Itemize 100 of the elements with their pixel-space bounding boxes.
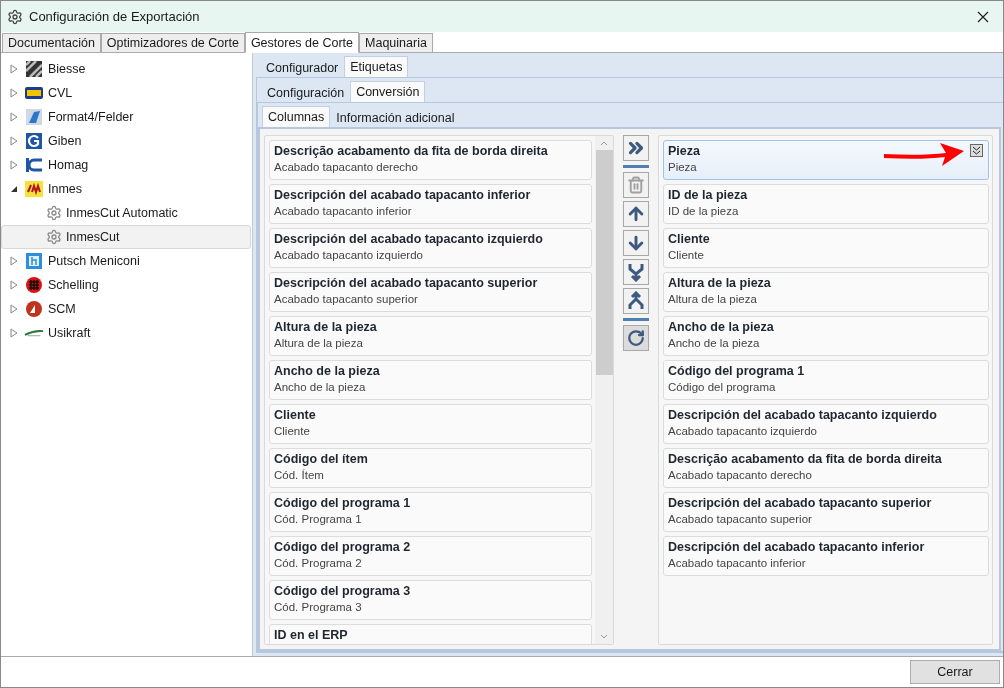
tree-label: Giben <box>48 134 82 148</box>
tree-item[interactable]: Putsch Meniconi <box>1 249 251 273</box>
logo-icon <box>25 87 43 99</box>
expand-arrow-icon[interactable] <box>10 88 18 98</box>
column-card[interactable]: Descripción del acabado tapacanto izquierdo Acabado tapacanto izquierdo <box>269 228 592 268</box>
gear-icon <box>46 205 62 221</box>
tree-label: Homag <box>48 158 89 172</box>
column-title: Descripción del acabado tapacanto superior <box>274 276 538 290</box>
column-subtitle: Acabado tapacanto derecho <box>274 161 419 173</box>
column-title: Código del programa 1 <box>274 496 411 510</box>
expand-arrow-icon[interactable] <box>10 256 18 266</box>
expand-arrow-icon[interactable] <box>10 112 18 122</box>
move-up-button[interactable] <box>623 201 649 227</box>
column-card[interactable]: Descripción del acabado tapacanto inferior Acabado tapacanto inferior <box>663 536 989 576</box>
tree-item[interactable]: Biesse <box>1 57 251 81</box>
close-dialog-button[interactable]: Cerrar <box>910 660 1000 684</box>
column-title: Descrição acabamento da fita de borda direita <box>668 452 942 466</box>
refresh-icon <box>627 329 645 347</box>
expand-arrow-icon[interactable] <box>10 64 18 74</box>
tree-item[interactable]: CVL <box>1 81 251 105</box>
scrollbar[interactable] <box>595 136 613 644</box>
expand-button[interactable] <box>970 144 983 157</box>
tab[interactable]: Optimizadores de Corte <box>100 33 245 52</box>
expand-arrow-icon[interactable] <box>10 304 18 314</box>
column-title: Cliente <box>668 232 710 246</box>
collapse-arrow-icon[interactable] <box>10 185 18 193</box>
column-subtitle: ID de la pieza <box>668 205 740 217</box>
gear-icon <box>7 8 23 25</box>
merge-button[interactable] <box>623 259 649 285</box>
expand-arrow-icon[interactable] <box>10 280 18 290</box>
reset-button[interactable] <box>623 325 649 351</box>
tree-item[interactable]: Schelling <box>1 273 251 297</box>
tree-item[interactable]: InmesCut <box>1 225 251 249</box>
column-card[interactable]: ID de la pieza ID de la pieza <box>663 184 989 224</box>
column-subtitle: Cód. Programa 2 <box>274 557 363 569</box>
column-title: Código del ítem <box>274 452 368 466</box>
tab[interactable]: Documentación <box>2 33 101 52</box>
expand-arrow-icon[interactable] <box>10 160 18 170</box>
tab[interactable]: Información adicional <box>330 108 461 127</box>
tree-item[interactable]: Inmes <box>1 177 251 201</box>
column-card[interactable]: Código del ítem Cód. Ítem <box>269 448 592 488</box>
move-down-button[interactable] <box>623 230 649 256</box>
column-card[interactable]: Ancho de la pieza Ancho de la pieza <box>269 360 592 400</box>
column-card[interactable]: Altura de la pieza Altura de la pieza <box>663 272 989 312</box>
tree-label: Biesse <box>48 62 86 76</box>
tree-label: Format4/Felder <box>48 110 134 124</box>
column-card[interactable]: Código del programa 3 Cód. Programa 3 <box>269 580 592 620</box>
column-card[interactable]: Descripción del acabado tapacanto inferior Acabado tapacanto inferior <box>269 184 592 224</box>
tab[interactable]: Gestores de Corte <box>244 32 359 53</box>
expand-arrow-icon[interactable] <box>10 328 18 338</box>
column-card[interactable]: Pieza Pieza <box>663 140 989 180</box>
column-title: Ancho de la pieza <box>274 364 380 378</box>
column-title: Descrição acabamento da fita de borda direita <box>274 144 548 158</box>
column-card[interactable]: Código del programa 1 Cód. Programa 1 <box>269 492 592 532</box>
logo-icon <box>25 181 43 197</box>
column-title: Pieza <box>668 144 700 158</box>
column-card[interactable]: Descrição acabamento da fita de borda direita Acabado tapacanto derecho <box>269 140 592 180</box>
tree-label: CVL <box>48 86 73 100</box>
column-card[interactable]: Descrição acabamento da fita de borda direita Acabado tapacanto derecho <box>663 448 989 488</box>
add-all-button[interactable] <box>623 135 649 161</box>
tree-item[interactable]: InmesCut Automatic <box>1 201 251 225</box>
column-card[interactable]: Descripción del acabado tapacanto superior Acabado tapacanto superior <box>663 492 989 532</box>
column-title: Descripción del acabado tapacanto izquierdo <box>668 408 937 422</box>
column-title: Descripción del acabado tapacanto izquierdo <box>274 232 543 246</box>
logo-icon <box>26 133 42 149</box>
expand-arrow-icon[interactable] <box>10 136 18 146</box>
tab[interactable]: Etiquetas <box>344 56 409 77</box>
tab[interactable]: Conversión <box>350 81 426 102</box>
column-card[interactable]: Descripción del acabado tapacanto superior Acabado tapacanto superior <box>269 272 592 312</box>
tree-item[interactable]: Usikraft <box>1 321 251 345</box>
tab[interactable]: Configurador <box>260 58 345 77</box>
column-subtitle: Ancho de la pieza <box>668 337 761 349</box>
column-subtitle: Acabado tapacanto izquierdo <box>274 249 424 261</box>
column-card[interactable]: Altura de la pieza Altura de la pieza <box>269 316 592 356</box>
tab[interactable]: Maquinaria <box>359 33 433 52</box>
tree-item[interactable]: Giben <box>1 129 251 153</box>
column-subtitle: Acabado tapacanto superior <box>668 513 813 525</box>
column-title: Descripción del acabado tapacanto inferior <box>274 188 531 202</box>
column-card[interactable]: Descripción del acabado tapacanto izquierdo Acabado tapacanto izquierdo <box>663 404 989 444</box>
column-subtitle: Cliente <box>668 249 705 261</box>
column-card[interactable]: Código del programa 2 Cód. Programa 2 <box>269 536 592 576</box>
column-card[interactable]: Ancho de la pieza Ancho de la pieza <box>663 316 989 356</box>
tree-item[interactable]: SCM <box>1 297 251 321</box>
column-card[interactable]: Código del programa 1 Código del programa <box>663 360 989 400</box>
tab[interactable]: Configuración <box>261 83 351 102</box>
logo-icon <box>26 301 42 317</box>
tree-label: Usikraft <box>48 326 91 340</box>
tree-item[interactable]: Format4/Felder <box>1 105 251 129</box>
tab[interactable]: Columnas <box>262 106 331 127</box>
column-card[interactable]: Cliente Cliente <box>663 228 989 268</box>
tree-item[interactable]: Homag <box>1 153 251 177</box>
column-card[interactable]: Cliente Cliente <box>269 404 592 444</box>
tree-label: Inmes <box>48 182 83 196</box>
column-title: Descripción del acabado tapacanto superior <box>668 496 932 510</box>
column-title: Código del programa 1 <box>668 364 805 378</box>
column-card[interactable]: ID en el ERP <box>269 624 592 644</box>
split-button[interactable] <box>623 288 649 314</box>
logo-icon <box>26 109 42 125</box>
column-title: ID en el ERP <box>274 628 348 642</box>
column-subtitle: Acabado tapacanto izquierdo <box>668 425 818 437</box>
